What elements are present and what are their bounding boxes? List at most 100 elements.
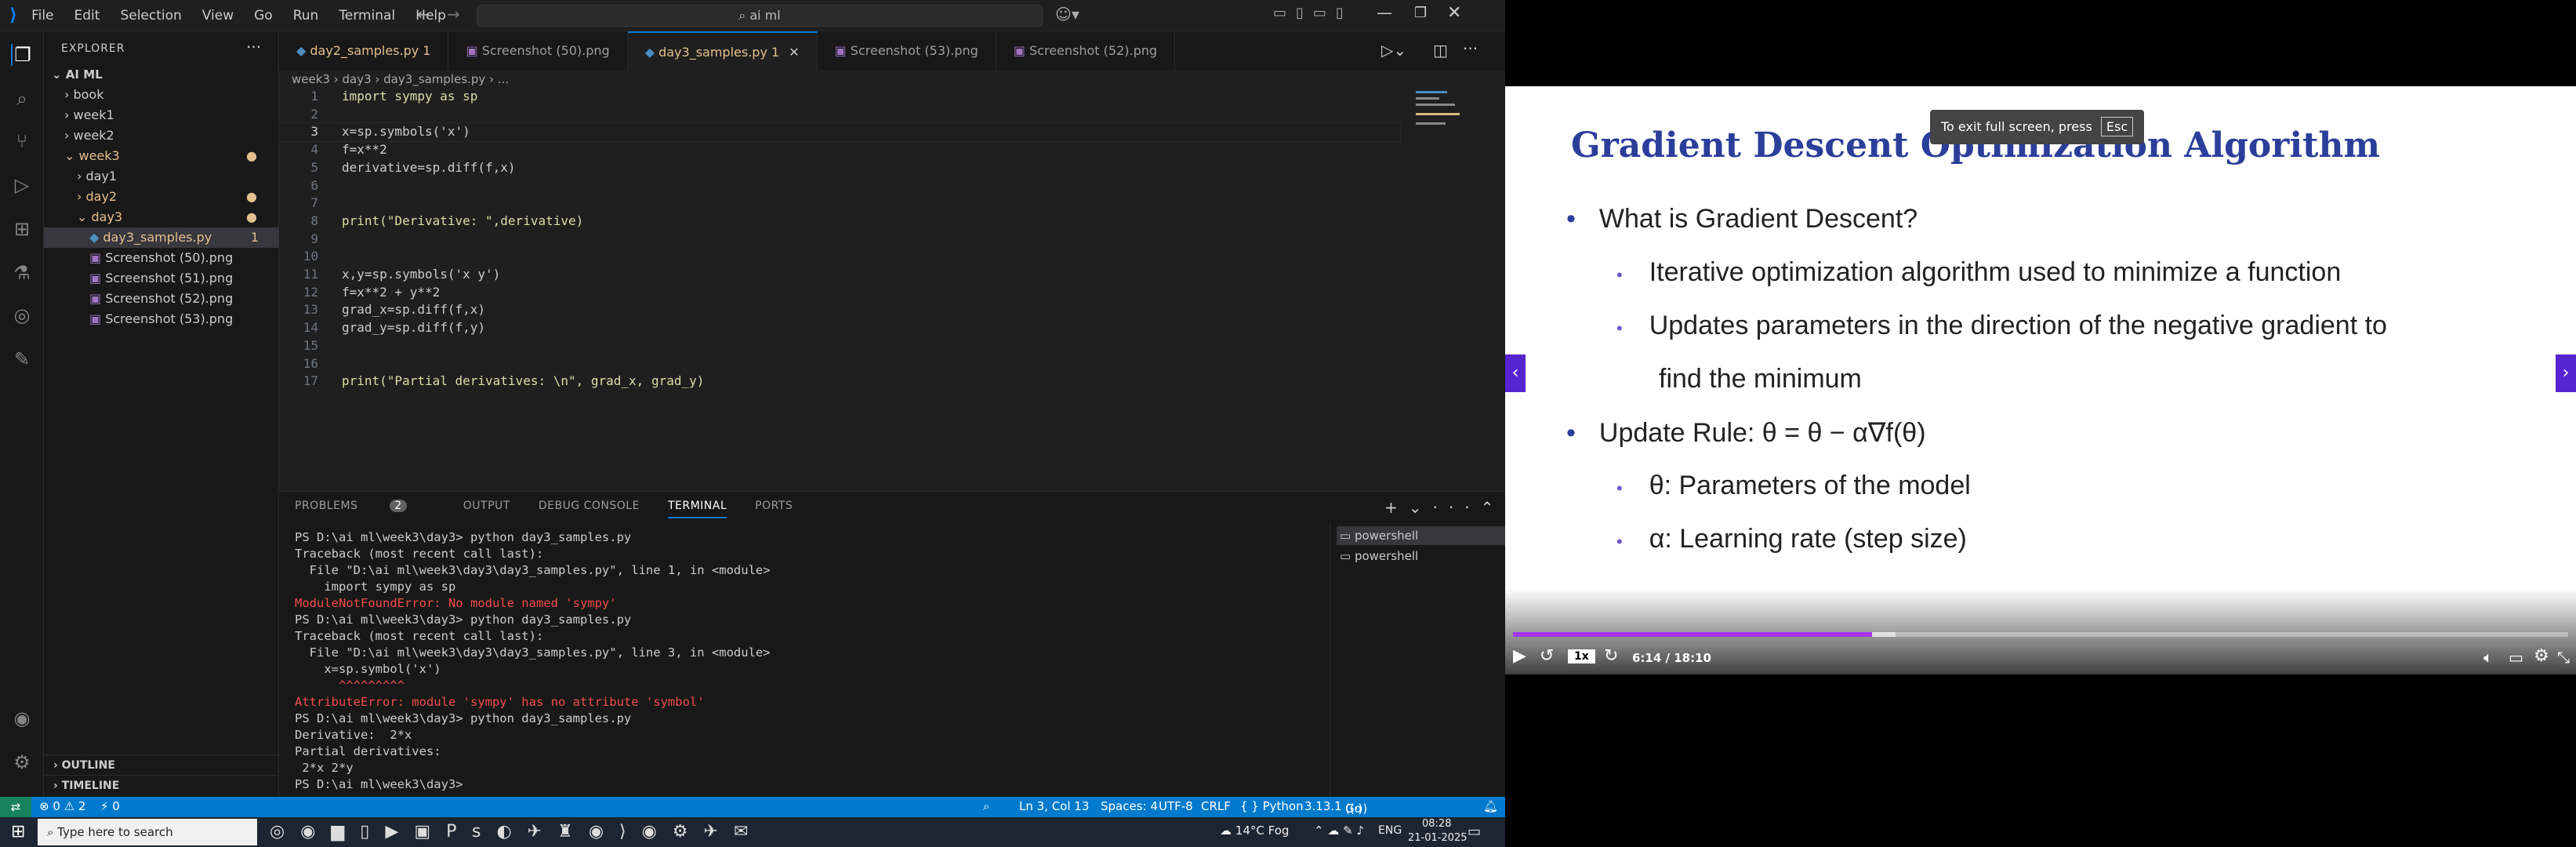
code-line[interactable]: 14 grad_y=sp.diff(f,y) <box>279 319 1400 337</box>
next-lecture-button[interactable]: › <box>2556 354 2576 392</box>
tree-folder-week1[interactable]: › week1 <box>44 105 279 125</box>
extensions-icon[interactable]: ⊞ <box>11 218 33 240</box>
copilot-chat-icon[interactable]: ◎ <box>11 304 33 326</box>
exit-fullscreen-icon[interactable]: ⤡ <box>2557 648 2570 667</box>
tab-screenshot-50[interactable]: ▣ Screenshot (50).png <box>448 31 628 71</box>
code-line[interactable]: 8 print("Derivative: ",derivative) <box>279 213 1400 231</box>
code-line[interactable]: 5 derivative=sp.diff(f,x) <box>279 159 1400 177</box>
restore-icon[interactable]: ❐ <box>1414 5 1427 21</box>
taskbar-search[interactable]: ⌕ Type here to search <box>38 819 257 845</box>
tab-day3-samples[interactable]: ◆ day3_samples.py 1 ✕ <box>627 31 818 71</box>
tab-output[interactable]: OUTPUT <box>463 500 510 518</box>
more-actions-icon[interactable]: ··· <box>246 38 261 56</box>
ports-count[interactable]: ⚡ 0 <box>100 799 120 813</box>
tab-day2-samples[interactable]: ◆ day2_samples.py 1 <box>279 31 449 71</box>
layout-icons[interactable]: ▭▯▭▯ <box>1273 5 1353 21</box>
code-line[interactable]: 15 <box>279 337 1400 355</box>
settings-gear-icon[interactable]: ⚙ <box>2534 646 2549 666</box>
code-line[interactable]: 4 f=x**2 <box>279 141 1400 159</box>
python-version[interactable]: 3.13.1 <box>1304 799 1342 813</box>
remote-icon[interactable]: ⇄ <box>0 797 31 817</box>
progress-track[interactable] <box>1513 632 2568 637</box>
tree-file-screenshot-52[interactable]: ▣ Screenshot (52).png <box>44 289 279 309</box>
tab-screenshot-53[interactable]: ▣ Screenshot (53).png <box>818 31 996 71</box>
tab-screenshot-52[interactable]: ▣ Screenshot (52).png <box>996 31 1176 71</box>
copilot-icon[interactable]: ☺▾ <box>1055 5 1079 24</box>
code-line[interactable]: 3 x=sp.symbols('x') <box>278 122 1401 143</box>
weather[interactable]: ☁ 14°C Fog <box>1220 823 1289 838</box>
command-center-search[interactable]: ⌕ ai ml <box>477 5 1043 27</box>
encoding[interactable]: UTF-8 <box>1159 799 1193 813</box>
volume-icon[interactable]: 🔈︎ <box>2483 648 2493 667</box>
prev-lecture-button[interactable]: ‹ <box>1505 354 1526 392</box>
clock-time[interactable]: 08:28 <box>1422 818 1451 830</box>
forward-icon[interactable]: ↻ <box>1604 646 1618 666</box>
play-icon[interactable]: ▶ <box>1513 646 1526 666</box>
terminal-output[interactable]: PS D:\ai ml\week3\day3> python day3_samp… <box>295 529 1330 793</box>
run-debug-icon[interactable]: ▷ <box>11 174 33 196</box>
account-icon[interactable]: ◉ <box>11 707 33 729</box>
minimize-icon[interactable]: — <box>1377 3 1392 22</box>
code-line[interactable]: 17 print("Partial derivatives: \n", grad_… <box>279 373 1400 391</box>
tray-icons[interactable]: ⌃ ☁ ✎ ♪ <box>1314 823 1364 838</box>
menu-edit[interactable]: Edit <box>74 8 100 24</box>
explorer-root[interactable]: ⌄ AI ML <box>44 64 279 85</box>
tree-file-screenshot-53[interactable]: ▣ Screenshot (53).png <box>44 309 279 329</box>
code-line[interactable]: 7 <box>279 194 1400 213</box>
tab-terminal[interactable]: TERMINAL <box>667 500 727 518</box>
terminal-instance[interactable]: ▭ powershell <box>1337 526 1505 545</box>
settings-gear-icon[interactable]: ⚙ <box>11 751 33 773</box>
windows-start-icon[interactable]: ⊞ <box>11 822 25 842</box>
tree-folder-week3[interactable]: ⌄ week3 ● <box>44 146 279 166</box>
notification-center-icon[interactable]: ▭ <box>1468 823 1481 840</box>
menu-terminal[interactable]: Terminal <box>339 8 395 24</box>
tab-debug-console[interactable]: DEBUG CONSOLE <box>539 500 640 518</box>
tree-file-day3-samples[interactable]: ◆ day3_samples.py 1 <box>44 227 279 248</box>
cursor-position[interactable]: Ln 3, Col 13 <box>1019 799 1089 813</box>
zoom-icon[interactable]: ⌕ <box>983 799 989 813</box>
code-line[interactable]: 11 x,y=sp.symbols('x y') <box>279 266 1400 284</box>
notifications-bell-icon[interactable]: 🔔︎ <box>1483 799 1498 813</box>
code-line[interactable]: 1 import sympy as sp <box>279 88 1400 106</box>
menu-view[interactable]: View <box>202 8 234 24</box>
split-editor-icon[interactable]: ◫ <box>1433 41 1448 60</box>
tree-file-screenshot-50[interactable]: ▣ Screenshot (50).png <box>44 248 279 268</box>
code-line[interactable]: 10 <box>279 248 1400 266</box>
code-line[interactable]: 2 <box>279 106 1400 124</box>
code-line[interactable]: 9 <box>279 231 1400 249</box>
outline-section[interactable]: › OUTLINE <box>44 754 279 775</box>
code-line[interactable]: 13 grad_x=sp.diff(f,x) <box>279 301 1400 319</box>
tab-close-icon[interactable]: ✕ <box>789 45 799 60</box>
tab-ports[interactable]: PORTS <box>755 500 793 518</box>
rewind-icon[interactable]: ↺ <box>1540 646 1554 666</box>
code-line[interactable]: 12 f=x**2 + y**2 <box>279 284 1400 302</box>
menu-run[interactable]: Run <box>293 8 319 24</box>
testing-icon[interactable]: ⚗ <box>11 262 33 284</box>
timeline-section[interactable]: › TIMELINE <box>44 775 279 795</box>
errors-warnings[interactable]: ⊗ 0 ⚠ 2 <box>39 799 85 813</box>
python-icon[interactable]: ✎ <box>11 348 33 370</box>
code-editor[interactable]: 1 import sympy as sp 2 3 x=sp.symbols('x') 4 f… <box>278 88 1401 491</box>
back-arrow-icon[interactable]: ← <box>417 5 430 24</box>
menu-file[interactable]: File <box>31 8 53 24</box>
editor-more-icon[interactable]: ··· <box>1463 39 1478 58</box>
video-player[interactable]: 20. Day 3: Calculus for Machine Learning… <box>1505 0 2576 847</box>
tree-folder-week2[interactable]: › week2 <box>44 125 279 146</box>
tree-folder-day2[interactable]: › day2 ● <box>44 187 279 207</box>
tree-folder-day3[interactable]: ⌄ day3 ● <box>44 207 279 227</box>
minimap[interactable] <box>1411 88 1489 135</box>
search-icon[interactable]: ⌕ <box>11 88 33 110</box>
tree-folder-book[interactable]: › book <box>44 85 279 105</box>
forward-arrow-icon[interactable]: → <box>447 5 460 24</box>
clock-date[interactable]: 21-01-2025 <box>1408 832 1468 844</box>
source-control-icon[interactable]: ⑂ <box>11 130 33 152</box>
line-ending[interactable]: CRLF <box>1201 799 1231 813</box>
close-icon[interactable]: ✕ <box>1447 3 1461 23</box>
captions-icon[interactable]: ▭ <box>2509 648 2523 667</box>
explorer-icon[interactable]: ❐ <box>11 44 33 66</box>
code-line[interactable]: 6 <box>279 177 1400 195</box>
terminal-instance[interactable]: ▭ powershell <box>1337 547 1505 565</box>
code-line[interactable]: 16 <box>279 355 1400 373</box>
run-file-icon[interactable]: ▷⌄ <box>1381 41 1406 60</box>
playback-speed[interactable]: 1x <box>1568 649 1595 663</box>
